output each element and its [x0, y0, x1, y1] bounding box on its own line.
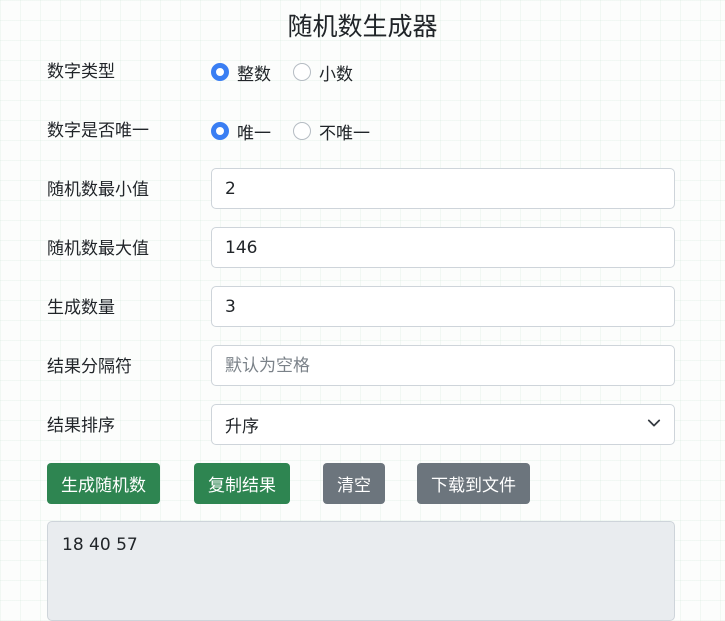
radio-not-unique-circle[interactable]: [293, 122, 311, 140]
copy-result-button[interactable]: 复制结果: [194, 463, 290, 504]
radio-integer-circle[interactable]: [211, 63, 229, 81]
radio-not-unique-label[interactable]: 不唯一: [319, 119, 370, 144]
unique-label: 数字是否唯一: [47, 121, 149, 141]
count-label: 生成数量: [47, 298, 115, 318]
radio-integer-label[interactable]: 整数: [237, 60, 271, 85]
count-input[interactable]: [211, 286, 675, 327]
min-value-label: 随机数最小值: [47, 180, 149, 200]
generate-button[interactable]: 生成随机数: [47, 463, 160, 504]
result-text: 18 40 57: [62, 535, 138, 555]
max-value-label: 随机数最大值: [47, 239, 149, 259]
chevron-down-icon: [647, 415, 661, 435]
radio-unique-label[interactable]: 唯一: [237, 119, 271, 144]
clear-button[interactable]: 清空: [323, 463, 385, 504]
radio-decimal[interactable]: 小数: [293, 60, 353, 85]
max-value-input[interactable]: [211, 227, 675, 268]
radio-decimal-label[interactable]: 小数: [319, 60, 353, 85]
radio-decimal-circle[interactable]: [293, 63, 311, 81]
separator-input[interactable]: [211, 345, 675, 386]
radio-not-unique[interactable]: 不唯一: [293, 119, 370, 144]
separator-label: 结果分隔符: [47, 357, 132, 377]
radio-unique[interactable]: 唯一: [211, 119, 271, 144]
unique-radio-group: 唯一 不唯一: [211, 119, 392, 144]
number-type-radio-group: 整数 小数: [211, 60, 375, 85]
sort-selected-value: 升序: [225, 417, 259, 437]
radio-integer[interactable]: 整数: [211, 60, 271, 85]
page-title: 随机数生成器: [287, 12, 438, 41]
min-value-input[interactable]: [211, 168, 675, 209]
sort-label: 结果排序: [47, 416, 115, 436]
download-button[interactable]: 下载到文件: [417, 463, 530, 504]
number-type-label: 数字类型: [47, 62, 115, 82]
radio-unique-circle[interactable]: [211, 122, 229, 140]
sort-select[interactable]: 升序: [211, 404, 675, 445]
result-output[interactable]: 18 40 57: [47, 521, 675, 621]
